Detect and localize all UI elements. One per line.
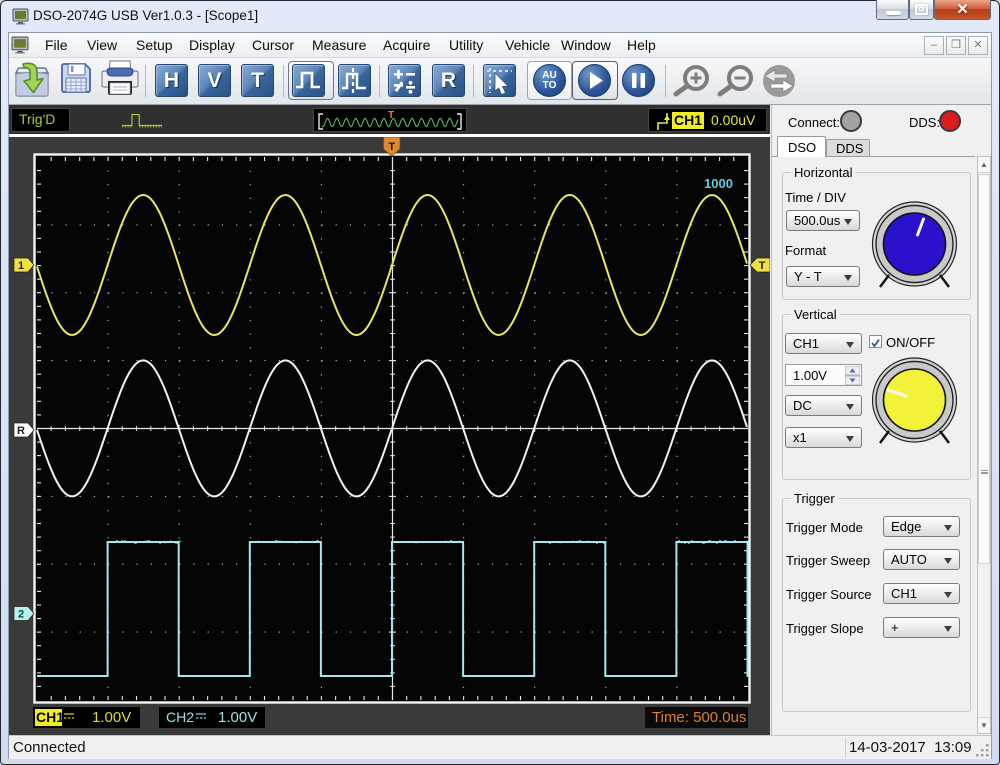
svg-text:T: T [759,260,766,272]
svg-text:1: 1 [18,260,24,272]
svg-text:1.00V: 1.00V [218,709,257,726]
svg-text:2: 2 [18,609,24,621]
svg-text:Time: 500.0us: Time: 500.0us [652,709,747,726]
svg-text:R: R [17,425,25,437]
svg-text:CH1: CH1 [36,709,64,725]
svg-text:T: T [388,141,395,153]
svg-text:1.00V: 1.00V [92,709,131,726]
svg-text:CH2: CH2 [166,709,194,725]
svg-text:1000: 1000 [704,176,733,191]
svg-text:T: T [388,110,394,121]
